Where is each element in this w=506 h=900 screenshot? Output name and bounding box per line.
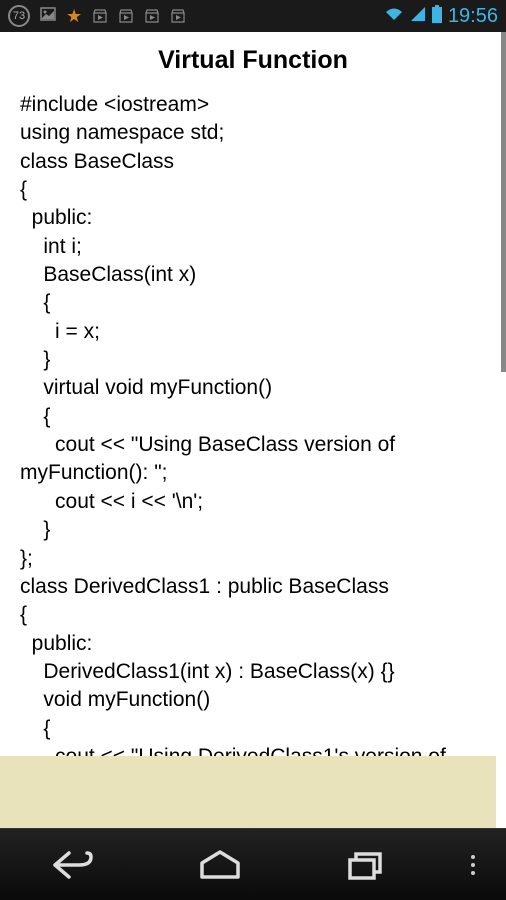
content-area[interactable]: Virtual Function #include <iostream> usi… xyxy=(0,32,506,828)
status-left-group: 73 ★ xyxy=(8,5,186,27)
code-listing: #include <iostream> using namespace std;… xyxy=(0,85,506,800)
signal-icon xyxy=(410,6,426,27)
status-bar: 73 ★ 19:56 xyxy=(0,0,506,32)
page-title: Virtual Function xyxy=(0,32,506,85)
star-icon: ★ xyxy=(66,6,82,27)
play-store-icon-2 xyxy=(118,8,134,24)
play-store-icon-4 xyxy=(170,8,186,24)
play-store-icon-3 xyxy=(144,8,160,24)
back-button[interactable] xyxy=(13,835,133,895)
badge-count: 73 xyxy=(13,10,25,22)
home-button[interactable] xyxy=(160,835,280,895)
battery-icon xyxy=(432,5,442,28)
ad-banner[interactable] xyxy=(0,756,496,828)
menu-button[interactable] xyxy=(453,835,493,895)
navigation-bar xyxy=(0,828,506,900)
status-right-group: 19:56 xyxy=(384,5,498,28)
notification-badge: 73 xyxy=(8,5,30,27)
clock-time: 19:56 xyxy=(448,5,498,28)
scrollbar[interactable] xyxy=(501,32,506,372)
image-icon xyxy=(40,6,56,27)
recent-apps-button[interactable] xyxy=(306,835,426,895)
play-store-icon-1 xyxy=(92,8,108,24)
wifi-icon xyxy=(384,6,404,27)
